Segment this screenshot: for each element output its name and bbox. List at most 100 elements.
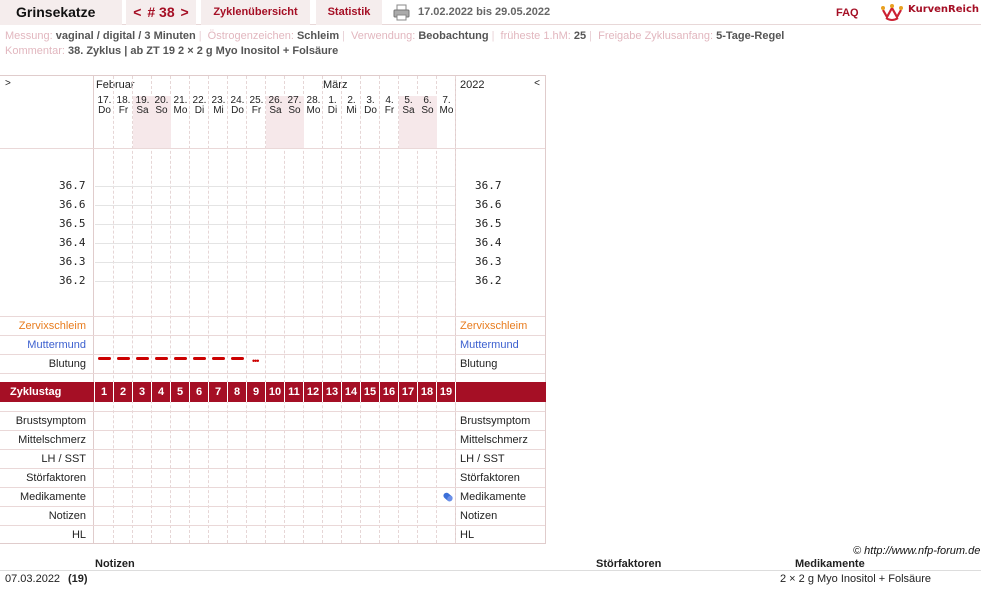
day-weekday: Do	[364, 105, 377, 116]
row-line	[0, 316, 545, 317]
row-label-mittelschmerz: Mittelschmerz	[18, 434, 86, 446]
cycle-day-cell[interactable]: 18	[418, 382, 437, 402]
day-header: 23. Mi	[209, 96, 228, 148]
row-line	[0, 449, 545, 450]
row-line	[0, 411, 545, 412]
bleeding-mark	[193, 357, 206, 360]
verwendung-value: Beobachtung	[418, 30, 489, 42]
temp-gridline	[95, 262, 455, 263]
day-weekday: Fr	[384, 105, 395, 116]
printer-icon[interactable]	[393, 4, 410, 21]
day-header: 25. Fr	[247, 96, 266, 148]
day-weekday: Mi	[213, 105, 224, 116]
kurvenreich-logo[interactable]: KurvenReich	[880, 2, 980, 22]
day-header: 20. So	[152, 96, 171, 148]
spotting-mark: •••	[252, 356, 260, 366]
cycle-day-band-divider	[94, 382, 95, 402]
day-weekday: Mo	[306, 105, 321, 116]
pill-icon[interactable]	[441, 490, 455, 504]
cycle-day-cell[interactable]: 11	[285, 382, 304, 402]
zyklustag-label: Zyklustag	[10, 386, 62, 398]
row-label-right-notizen: Notizen	[460, 510, 498, 522]
note-date: 07.03.2022	[5, 573, 61, 585]
day-header: 17. Do	[95, 96, 114, 148]
copyright[interactable]: © http://www.nfp-forum.de	[853, 545, 980, 557]
day-header: 3. Do	[361, 96, 380, 148]
row-line	[0, 335, 545, 336]
day-weekday: Sa	[136, 105, 149, 116]
row-line	[0, 525, 545, 526]
next-cycle-button[interactable]: >	[179, 0, 191, 25]
tab-statistics[interactable]: Statistik	[316, 0, 382, 25]
row-line	[0, 487, 545, 488]
day-header: 21. Mo	[171, 96, 190, 148]
temp-label-left: 36.6	[59, 198, 86, 211]
day-weekday: Mo	[173, 105, 188, 116]
hm-value: 25	[573, 30, 587, 42]
cycle-day-cell[interactable]: 5	[171, 382, 190, 402]
day-weekday: Mo	[439, 105, 454, 116]
date-range: 17.02.2022 bis 29.05.2022	[418, 6, 551, 18]
cycle-day-cell[interactable]: 3	[133, 382, 152, 402]
logo-text: KurvenReich	[908, 4, 980, 15]
cycle-day-cell[interactable]: 14	[342, 382, 361, 402]
row-label-notizen: Notizen	[48, 510, 86, 522]
day-weekday: Di	[327, 105, 338, 116]
cycle-day-cell[interactable]: 2	[114, 382, 133, 402]
scroll-right-button[interactable]: <	[534, 78, 540, 89]
tab-cycle-overview[interactable]: Zyklenübersicht	[201, 0, 310, 25]
temp-label-right: 36.2	[475, 274, 502, 287]
cycle-day-cell[interactable]: 7	[209, 382, 228, 402]
cycle-day-cell[interactable]: 6	[190, 382, 209, 402]
bleeding-mark	[212, 357, 225, 360]
cycle-day-cell[interactable]: 10	[266, 382, 285, 402]
bleeding-mark	[174, 357, 187, 360]
note-cycle-day: (19)	[68, 573, 88, 585]
row-label-right-lh-sst: LH / SST	[460, 453, 505, 465]
cycle-day-band: Zyklustag 1 2 3 4 5 6 7 8 9 10 11 12 13 14 15 16 17 18 19	[0, 382, 546, 402]
faq-link[interactable]: FAQ	[836, 7, 859, 19]
temp-label-right: 36.6	[475, 198, 502, 211]
day-header: 22. Di	[190, 96, 209, 148]
row-label-muttermund: Muttermund	[27, 339, 86, 351]
note-medication: 2 × 2 g Myo Inositol + Folsäure	[780, 573, 932, 585]
scroll-left-button[interactable]: >	[5, 78, 11, 89]
day-weekday: Do	[231, 105, 244, 116]
day-header: 26. Sa	[266, 96, 285, 148]
cycle-day-cell[interactable]: 4	[152, 382, 171, 402]
cycle-day-cell[interactable]: 17	[399, 382, 418, 402]
day-weekday: Sa	[402, 105, 415, 116]
day-header: 24. Do	[228, 96, 247, 148]
cycle-day-cell[interactable]: 9	[247, 382, 266, 402]
cycle-day-cell[interactable]: 1	[95, 382, 114, 402]
day-weekday: Mi	[346, 105, 357, 116]
cycle-day-cell[interactable]: 12	[304, 382, 323, 402]
row-line	[0, 506, 545, 507]
row-label-hl: HL	[71, 529, 86, 541]
year-label: 2022	[460, 79, 485, 91]
cycle-number: # 38	[147, 4, 175, 20]
cycle-day-cell[interactable]: 13	[323, 382, 342, 402]
notes-table: Notizen Störfaktoren Medikamente 07.03.2…	[0, 557, 981, 603]
cycle-day-cell[interactable]: 8	[228, 382, 247, 402]
prev-cycle-button[interactable]: <	[131, 0, 143, 25]
cycle-day-cell[interactable]: 15	[361, 382, 380, 402]
cycle-day-cell[interactable]: 16	[380, 382, 399, 402]
bleeding-mark	[155, 357, 168, 360]
day-header: 7. Mo	[437, 96, 456, 148]
temp-gridline	[95, 186, 455, 187]
row-line	[0, 354, 545, 355]
day-weekday: Sa	[269, 105, 282, 116]
day-weekday: So	[155, 105, 168, 116]
temp-label-left: 36.7	[59, 179, 86, 192]
day-header: 6. So	[418, 96, 437, 148]
bleeding-mark	[231, 357, 244, 360]
freigabe-value: 5-Tage-Regel	[716, 30, 785, 42]
day-weekday: Fr	[251, 105, 262, 116]
col-medikamente: Medikamente	[795, 558, 865, 570]
row-label-zervix: Zervixschleim	[18, 320, 86, 332]
temp-gridline	[95, 224, 455, 225]
row-label-lh-sst: LH / SST	[41, 453, 86, 465]
cycle-day-cell[interactable]: 19	[437, 382, 456, 402]
temp-gridline	[95, 243, 455, 244]
